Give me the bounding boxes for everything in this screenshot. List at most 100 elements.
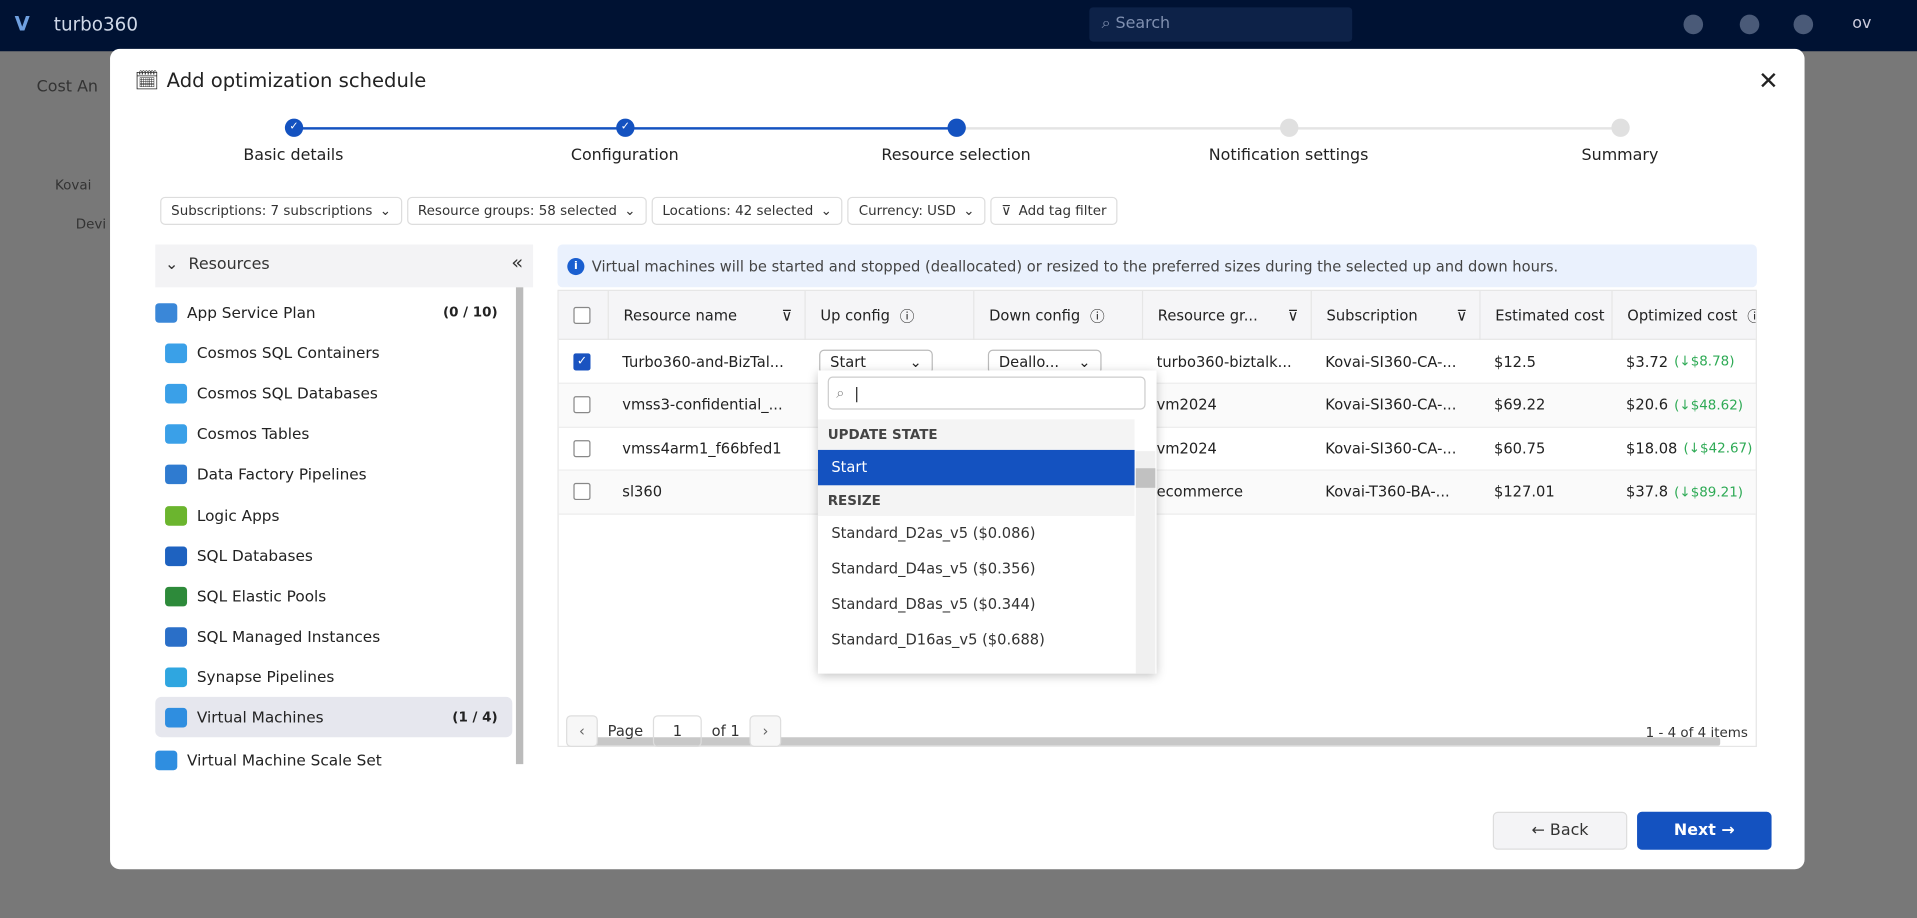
filter-bar: Subscriptions: 7 subscriptions ⌄ Resource… xyxy=(160,196,1118,225)
subscription: Kovai-SI360-CA-... xyxy=(1325,439,1457,457)
table-row[interactable]: ✓ Turbo360-and-BizTal... Start ⌄ Deallo..… xyxy=(558,340,1756,384)
col-optimized-cost[interactable]: Optimized costⓘ xyxy=(1611,290,1756,340)
next-page-button[interactable]: › xyxy=(749,715,782,748)
sidebar-item-logic-apps[interactable]: Logic Apps xyxy=(155,495,512,535)
sidebar-item-cosmos-sql-databases[interactable]: Cosmos SQL Databases xyxy=(155,373,512,413)
sidebar-item-label: Virtual Machine Scale Set xyxy=(187,750,382,770)
next-button[interactable]: Next → xyxy=(1637,811,1772,850)
optimized-cost: $20.6 xyxy=(1626,396,1669,414)
estimated-cost: $69.22 xyxy=(1494,396,1546,414)
dropdown-search-input[interactable]: ⌕ | xyxy=(827,376,1146,410)
step-2-indicator: ✓ xyxy=(616,118,635,137)
subscription: Kovai-SI360-CA-... xyxy=(1325,396,1457,414)
title-text: Add optimization schedule xyxy=(166,68,427,92)
sidebar-item-synapse-pipelines[interactable]: Synapse Pipelines xyxy=(155,657,512,697)
table-row[interactable]: vmss4arm1_f66bfed1 vm2024 Kovai-SI360-CA… xyxy=(558,427,1756,471)
synapse-icon xyxy=(165,666,188,687)
resource-name: sl360 xyxy=(622,482,663,501)
sidebar-item-sql-elastic-pools[interactable]: SQL Elastic Pools xyxy=(155,576,512,616)
user-menu[interactable]: ov xyxy=(1852,15,1871,33)
col-resource-name[interactable]: Resource name ⊽ xyxy=(607,290,805,340)
resource-name: Turbo360-and-BizTal... xyxy=(622,352,784,370)
prev-page-button[interactable]: ‹ xyxy=(566,715,598,748)
logic-apps-icon xyxy=(165,505,188,526)
sidebar-item-virtual-machines[interactable]: Virtual Machines (1 / 4) xyxy=(155,696,513,738)
sidebar-item-virtual-machine-scale-set[interactable]: Virtual Machine Scale Set xyxy=(155,740,512,780)
cosmos-icon xyxy=(165,383,188,403)
resource-name: vmss4arm1_f66bfed1 xyxy=(622,439,782,457)
locations-filter[interactable]: Locations: 42 selected ⌄ xyxy=(651,196,843,225)
col-subscription[interactable]: Subscription ⊽ xyxy=(1310,290,1480,340)
page-input[interactable]: 1 xyxy=(652,715,702,748)
sidebar-item-label: Cosmos SQL Databases xyxy=(196,383,378,403)
back-button[interactable]: ← Back xyxy=(1492,811,1628,850)
filter-icon[interactable]: ⊽ xyxy=(1456,307,1467,324)
step-3-indicator xyxy=(947,118,966,137)
optimized-cost: $3.72 xyxy=(1626,352,1669,370)
sidebar-item-label: App Service Plan xyxy=(187,303,316,322)
cosmos-icon xyxy=(165,342,188,363)
resource-groups-filter[interactable]: Resource groups: 58 selected ⌄ xyxy=(406,196,647,225)
filter-icon[interactable]: ⊽ xyxy=(781,307,792,324)
announcement-icon[interactable] xyxy=(1683,14,1704,35)
filter-icon[interactable]: ⊽ xyxy=(1288,307,1299,324)
sidebar-item-cosmos-tables[interactable]: Cosmos Tables xyxy=(155,413,512,453)
brand: turbo360 xyxy=(53,13,139,36)
vmss-icon xyxy=(155,750,178,770)
sidebar-item-count: (1 / 4) xyxy=(452,709,498,726)
pagination: ‹ Page 1 of 1 › xyxy=(566,715,782,748)
row-checkbox[interactable] xyxy=(573,482,591,501)
sidebar-item-app-service-plan[interactable]: App Service Plan (0 / 10) xyxy=(155,292,512,332)
step-label: Resource selection xyxy=(881,146,1031,166)
resource-group: ecommerce xyxy=(1156,482,1244,501)
row-checkbox[interactable]: ✓ xyxy=(573,352,591,370)
sql-elastic-pool-icon xyxy=(165,586,188,606)
bell-icon[interactable] xyxy=(1739,14,1760,35)
info-icon: ⓘ xyxy=(899,307,915,325)
dropdown-option[interactable]: Standard_D4as_v5 ($0.356) xyxy=(818,551,1135,586)
sidebar-item-label: Cosmos Tables xyxy=(196,424,310,443)
row-checkbox[interactable] xyxy=(573,396,591,414)
subscription: Kovai-SI360-CA-... xyxy=(1325,352,1457,370)
sql-database-icon xyxy=(165,545,188,566)
option-start[interactable]: Start xyxy=(817,449,1135,486)
close-button[interactable]: ✕ xyxy=(1758,66,1778,95)
col-estimated-cost[interactable]: Estimated cost xyxy=(1479,290,1611,340)
sidebar-item-label: SQL Databases xyxy=(196,546,313,565)
dropdown-option[interactable]: Standard_D8as_v5 ($0.344) xyxy=(818,587,1135,622)
sidebar-item-sql-databases[interactable]: SQL Databases xyxy=(155,535,512,575)
resources-sidebar: ⌄ Resources « App Service Plan (0 / 10) C… xyxy=(155,244,534,771)
collapse-icon[interactable]: « xyxy=(511,251,523,274)
row-checkbox[interactable] xyxy=(573,439,591,457)
estimated-cost: $127.01 xyxy=(1494,482,1555,501)
sidebar-item-cosmos-sql-containers[interactable]: Cosmos SQL Containers xyxy=(155,333,512,373)
col-resource-group[interactable]: Resource gr... ⊽ xyxy=(1141,290,1311,340)
dropdown-option[interactable]: Standard_D2as_v5 ($0.086) xyxy=(818,516,1135,551)
cosmos-icon xyxy=(165,423,188,444)
table-row[interactable]: vmss3-confidential_... vm2024 Kovai-SI36… xyxy=(558,383,1756,428)
items-count: 1 - 4 of 4 items xyxy=(1645,725,1748,741)
select-all-checkbox[interactable] xyxy=(573,306,591,324)
step-4-indicator xyxy=(1280,118,1299,137)
add-tag-filter-button[interactable]: ⊽ Add tag filter xyxy=(990,196,1118,225)
resources-header[interactable]: ⌄ Resources « xyxy=(155,244,534,288)
dialog-title: 🗓 Add optimization schedule xyxy=(134,68,426,91)
currency-filter[interactable]: Currency: USD ⌄ xyxy=(847,196,986,225)
savings: (↓$42.67) xyxy=(1683,440,1753,457)
step-5-indicator xyxy=(1611,118,1630,137)
sidebar-item-sql-managed-instances[interactable]: SQL Managed Instances xyxy=(155,616,512,656)
sidebar-item-label: Synapse Pipelines xyxy=(196,667,335,686)
sidebar-scrollbar[interactable] xyxy=(515,287,524,765)
help-icon[interactable] xyxy=(1793,14,1814,35)
bg-title: Cost An xyxy=(36,78,99,97)
calendar-icon: 🗓 xyxy=(134,68,160,92)
savings: (↓$89.21) xyxy=(1674,483,1744,500)
dropdown-scrollbar[interactable] xyxy=(1135,451,1156,674)
global-search[interactable]: ⌕ Search xyxy=(1089,7,1353,42)
subscriptions-filter[interactable]: Subscriptions: 7 subscriptions ⌄ xyxy=(160,196,403,225)
sidebar-item-data-factory-pipelines[interactable]: Data Factory Pipelines xyxy=(155,454,512,494)
table-row[interactable]: sl360 ecommerce Kovai-T360-BA-... $127.0… xyxy=(558,470,1756,515)
virtual-machine-icon xyxy=(165,707,188,727)
dropdown-option[interactable]: Standard_D16as_v5 ($0.688) xyxy=(818,622,1135,657)
page-label: Page xyxy=(607,722,644,740)
